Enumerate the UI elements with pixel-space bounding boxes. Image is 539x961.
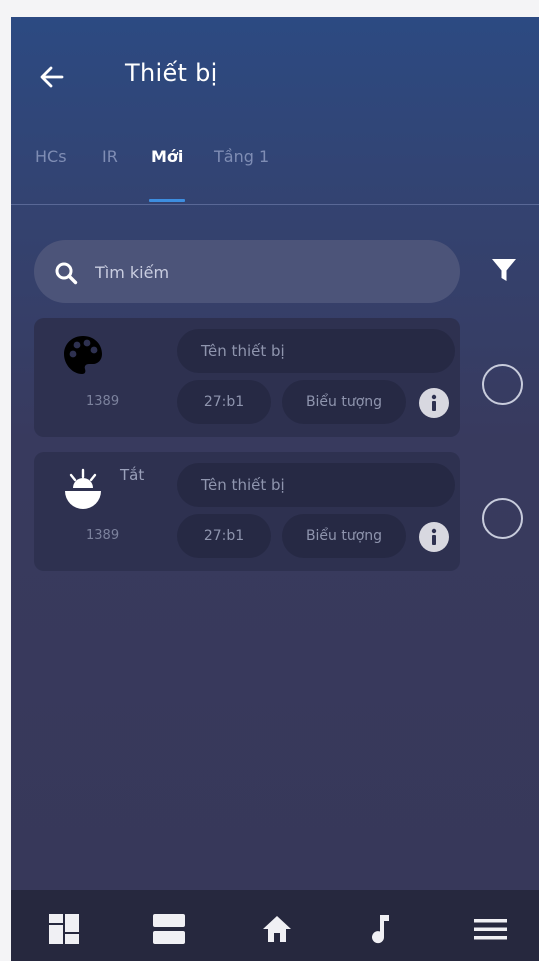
- select-radio[interactable]: [482, 364, 523, 405]
- nav-music[interactable]: [365, 912, 399, 946]
- tab-bar: HCs IR Mới Tầng 1: [11, 143, 539, 205]
- nav-dashboard[interactable]: [47, 912, 81, 946]
- filter-icon: [492, 259, 516, 281]
- palette-icon: [64, 336, 102, 374]
- nav-menu[interactable]: [473, 912, 507, 946]
- music-note-icon: [372, 915, 389, 944]
- tab-hcs[interactable]: HCs: [35, 147, 67, 166]
- info-button[interactable]: [419, 388, 449, 418]
- info-icon: [431, 528, 437, 545]
- sunrise-bowl-icon: [65, 468, 101, 509]
- app-screen: Thiết bị HCs IR Mới Tầng 1 Tìm kiếm 1389…: [11, 17, 539, 961]
- tab-ir[interactable]: IR: [102, 147, 118, 166]
- device-card: Tắt 1389 Tên thiết bị 27:b1 Biểu tượng: [34, 452, 460, 571]
- device-address: 27:b1: [177, 380, 271, 424]
- rows-icon: [153, 914, 185, 944]
- search-input[interactable]: [95, 258, 425, 286]
- header: Thiết bị HCs IR Mới Tầng 1: [11, 17, 539, 205]
- device-status: Tắt: [120, 466, 145, 484]
- search-icon: [55, 262, 78, 285]
- icon-select-button[interactable]: Biểu tượng: [282, 380, 406, 424]
- device-name-field[interactable]: Tên thiết bị: [177, 463, 455, 507]
- home-icon: [263, 916, 291, 942]
- tab-tang-1[interactable]: Tầng 1: [214, 147, 269, 166]
- menu-icon: [474, 919, 507, 940]
- nav-home[interactable]: [260, 912, 294, 946]
- header-divider: [11, 204, 539, 205]
- info-button[interactable]: [419, 522, 449, 552]
- search-bar[interactable]: [34, 240, 460, 303]
- device-name-field[interactable]: Tên thiết bị: [177, 329, 455, 373]
- nav-rows[interactable]: [152, 912, 186, 946]
- device-id: 1389: [86, 528, 120, 543]
- device-icon-button[interactable]: [60, 332, 106, 378]
- filter-button[interactable]: [489, 255, 519, 285]
- bottom-nav: [11, 890, 539, 961]
- back-button[interactable]: [37, 62, 67, 92]
- device-card: 1389 Tên thiết bị 27:b1 Biểu tượng: [34, 318, 460, 437]
- dashboard-icon: [49, 914, 79, 944]
- icon-select-button[interactable]: Biểu tượng: [282, 514, 406, 558]
- active-tab-indicator: [149, 199, 185, 202]
- page-title: Thiết bị: [125, 59, 218, 87]
- select-radio[interactable]: [482, 498, 523, 539]
- arrow-left-icon: [40, 66, 64, 88]
- tab-moi[interactable]: Mới: [151, 147, 183, 166]
- device-id: 1389: [86, 394, 120, 409]
- info-icon: [431, 394, 437, 411]
- device-icon-button[interactable]: [60, 466, 106, 512]
- device-address: 27:b1: [177, 514, 271, 558]
